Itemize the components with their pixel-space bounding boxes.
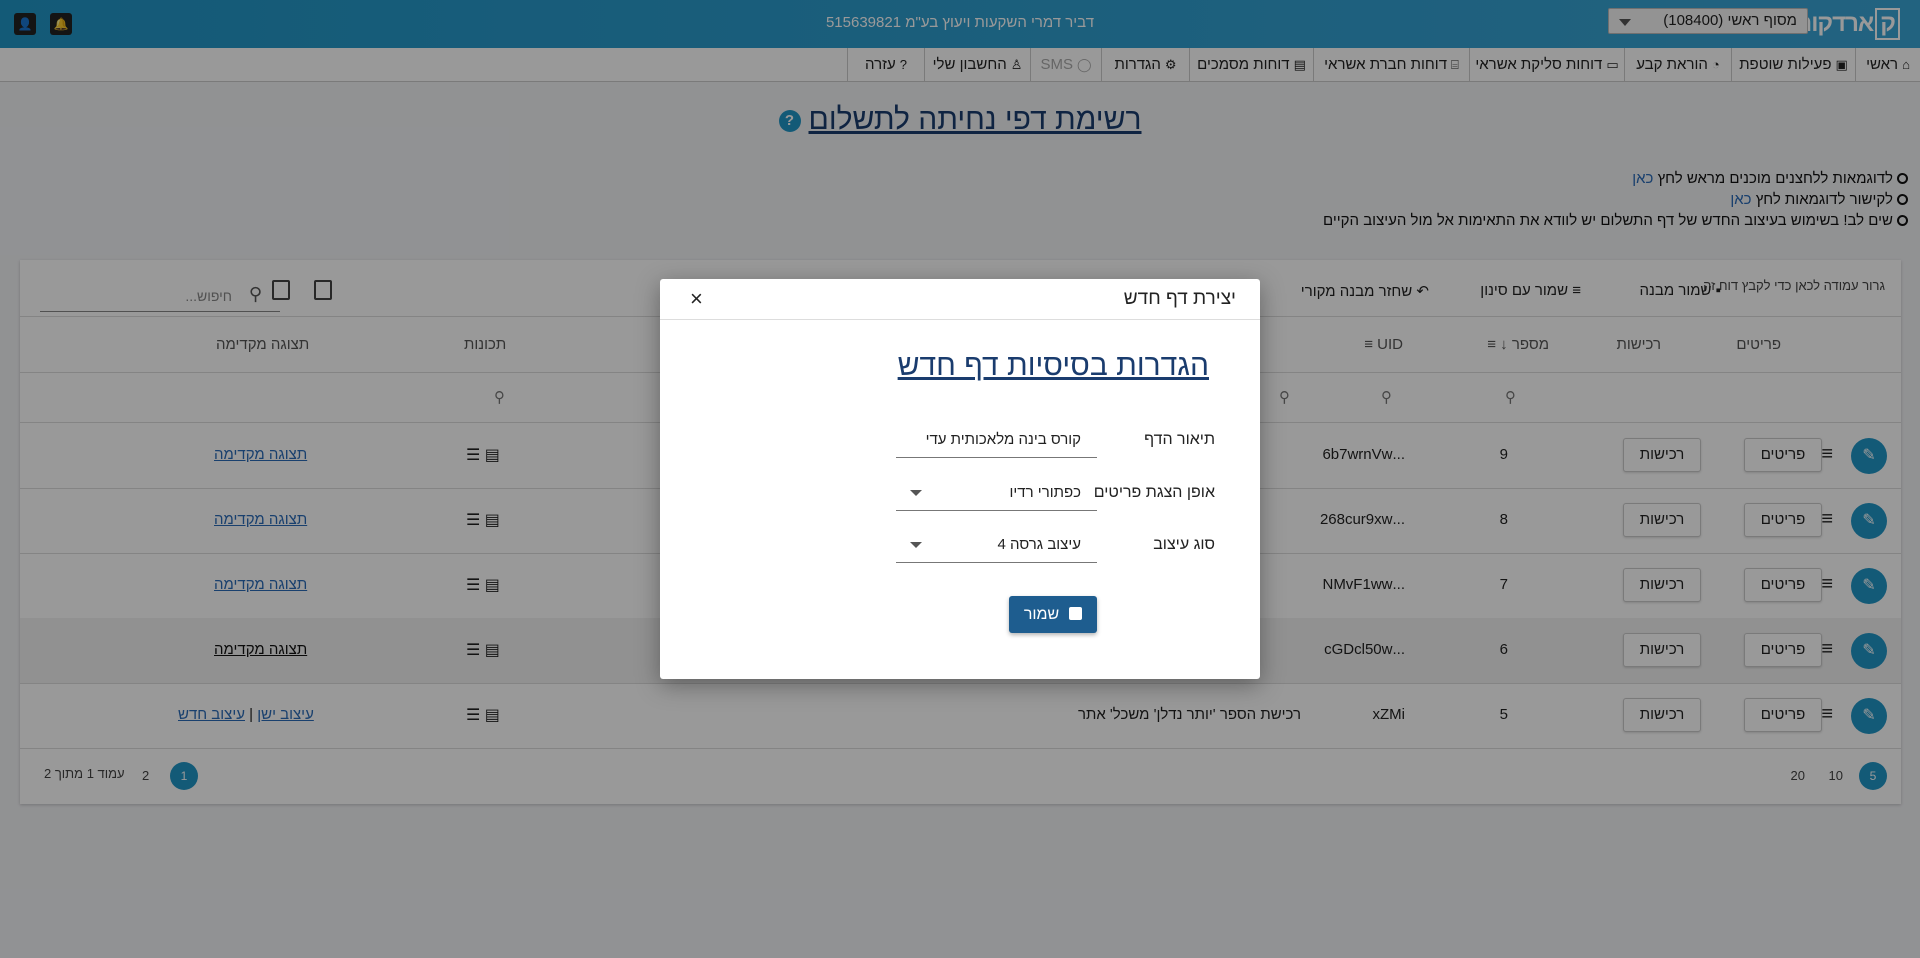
save-icon xyxy=(1069,607,1083,620)
close-icon[interactable]: × xyxy=(690,286,703,312)
create-page-modal: יצירת דף חדש × הגדרות בסיסיות דף חדש תיא… xyxy=(660,279,1260,679)
modal-title: יצירת דף חדש xyxy=(1123,288,1236,309)
item-display-value: כפתורי רדיו xyxy=(1009,484,1081,501)
save-button-label: שמור xyxy=(1023,606,1060,623)
chevron-down-icon xyxy=(910,490,922,496)
item-display-select[interactable]: כפתורי רדיו xyxy=(896,471,1097,511)
chevron-down-icon xyxy=(910,542,922,548)
page-description-value: קורס בינה מלאכותית עדי xyxy=(925,431,1081,448)
modal-header: יצירת דף חדש × xyxy=(660,279,1260,320)
design-type-select[interactable]: עיצוב גרסה 4 xyxy=(896,523,1097,563)
page-description-input[interactable]: קורס בינה מלאכותית עדי xyxy=(896,418,1097,458)
modal-heading: הגדרות בסיסיות דף חדש xyxy=(897,349,1209,382)
page-description-label: תיאור הדף xyxy=(1144,431,1215,448)
save-button[interactable]: שמור xyxy=(1009,596,1097,633)
design-type-value: עיצוב גרסה 4 xyxy=(997,536,1081,553)
item-display-label: אופן הצגת פריטים xyxy=(1093,484,1215,501)
design-type-label: סוג עיצוב xyxy=(1153,536,1215,553)
